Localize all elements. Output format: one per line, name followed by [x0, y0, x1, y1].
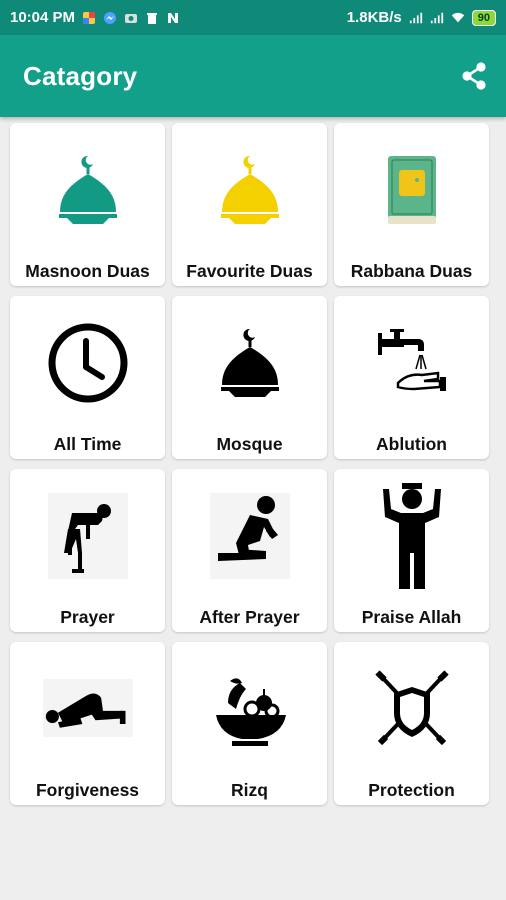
shield-swords-icon	[374, 670, 449, 746]
status-bar: 10:04 PM 1.8KB/s 90	[0, 0, 506, 35]
fruit-bowl-icon	[215, 678, 286, 746]
category-card-all-time[interactable]: All Time	[10, 296, 165, 459]
kneeling-prayer-icon	[209, 493, 290, 579]
bowing-prayer-icon	[47, 493, 128, 579]
category-card-masnoon-duas[interactable]: Masnoon Duas	[10, 123, 165, 286]
status-time: 10:04 PM	[10, 9, 76, 26]
clock-icon	[48, 323, 127, 403]
category-card-protection[interactable]: Protection	[334, 642, 489, 805]
signal-icon	[409, 12, 422, 23]
photos-icon	[83, 11, 96, 24]
wifi-icon	[451, 12, 464, 22]
ablution-tap-icon	[377, 329, 446, 391]
category-label: Rabbana Duas	[350, 261, 473, 281]
category-label: Masnoon Duas	[25, 261, 150, 281]
net-speed: 1.8KB/s	[346, 9, 402, 26]
category-card-mosque[interactable]: Mosque	[172, 296, 327, 459]
category-grid: Masnoon Duas Favourite Duas Rabbana Duas…	[0, 117, 506, 805]
category-label: Rizq	[231, 780, 268, 800]
category-label: All Time	[53, 434, 122, 454]
quran-book-icon	[387, 156, 436, 224]
category-label: Favourite Duas	[186, 261, 313, 281]
category-card-praise-allah[interactable]: Praise Allah	[334, 469, 489, 632]
category-card-ablution[interactable]: Ablution	[334, 296, 489, 459]
battery-indicator: 90	[471, 9, 496, 26]
category-label: Prayer	[60, 607, 115, 627]
category-label: Protection	[368, 780, 455, 800]
category-card-forgiveness[interactable]: Forgiveness	[10, 642, 165, 805]
mosque-teal-icon	[58, 155, 117, 224]
category-label: Mosque	[216, 434, 283, 454]
trash-icon	[147, 12, 158, 24]
mosque-black-icon	[220, 328, 279, 397]
page-title: Catagory	[23, 60, 138, 91]
share-icon[interactable]	[460, 61, 488, 91]
camera-icon	[125, 13, 138, 23]
signal-icon-2	[430, 12, 443, 23]
prostration-icon	[42, 679, 133, 738]
category-label: Forgiveness	[35, 780, 140, 800]
category-label: Praise Allah	[361, 607, 462, 627]
nfc-icon	[168, 12, 179, 23]
category-label: After Prayer	[199, 607, 300, 627]
raised-hands-icon	[382, 483, 441, 589]
category-card-prayer[interactable]: Prayer	[10, 469, 165, 632]
app-bar: Catagory	[0, 35, 506, 117]
messenger-icon	[104, 11, 117, 24]
category-card-after-prayer[interactable]: After Prayer	[172, 469, 327, 632]
category-card-rabbana-duas[interactable]: Rabbana Duas	[334, 123, 489, 286]
category-card-rizq[interactable]: Rizq	[172, 642, 327, 805]
mosque-yellow-icon	[220, 155, 279, 224]
category-label: Ablution	[376, 434, 447, 454]
category-card-favourite-duas[interactable]: Favourite Duas	[172, 123, 327, 286]
